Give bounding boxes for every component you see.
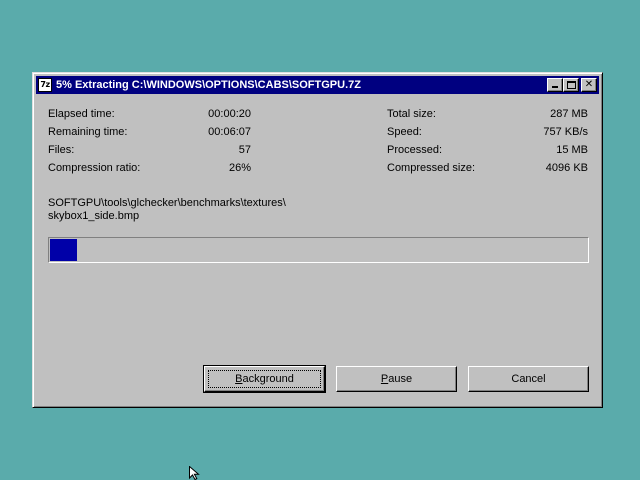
stats-left-column: Elapsed time: 00:00:20 Remaining time: 0… xyxy=(48,105,251,177)
current-file-name: skybox1_side.bmp xyxy=(48,210,140,222)
background-button-label: Background xyxy=(235,373,294,385)
remaining-time-row: Remaining time: 00:06:07 xyxy=(48,123,251,141)
stat-value: 287 MB xyxy=(550,108,588,120)
title-bar[interactable]: 7z 5% Extracting C:\WINDOWS\OPTIONS\CABS… xyxy=(36,76,599,94)
stat-value: 00:00:20 xyxy=(208,108,251,120)
pause-button-label: Pause xyxy=(380,373,413,385)
files-row: Files: 57 xyxy=(48,141,251,159)
processed-row: Processed: 15 MB xyxy=(387,141,588,159)
stat-value: 757 KB/s xyxy=(543,126,588,138)
minimize-button[interactable] xyxy=(547,78,563,92)
stat-value: 00:06:07 xyxy=(208,126,251,138)
elapsed-time-row: Elapsed time: 00:00:20 xyxy=(48,105,251,123)
current-file-dir: SOFTGPU\tools\glchecker\benchmarks\textu… xyxy=(48,197,286,209)
pause-button[interactable]: Pause xyxy=(336,366,457,392)
close-button[interactable]: ✕ xyxy=(581,78,597,92)
current-file-path: SOFTGPU\tools\glchecker\benchmarks\textu… xyxy=(48,197,286,223)
speed-row: Speed: 757 KB/s xyxy=(387,123,588,141)
stat-value: 57 xyxy=(238,144,251,156)
mouse-pointer-icon xyxy=(189,466,200,480)
stat-label: Speed: xyxy=(387,126,422,138)
compressed-size-row: Compressed size: 4096 KB xyxy=(387,159,588,177)
cancel-button[interactable]: Cancel xyxy=(468,366,589,392)
stat-value: 15 MB xyxy=(556,144,588,156)
stat-value: 26% xyxy=(228,162,251,174)
window-controls: ✕ xyxy=(547,78,597,92)
stat-label: Files: xyxy=(48,144,75,156)
7zip-app-icon[interactable]: 7z xyxy=(38,78,52,92)
extract-progress-window: 7z 5% Extracting C:\WINDOWS\OPTIONS\CABS… xyxy=(32,72,603,408)
maximize-icon xyxy=(567,81,576,89)
minimize-icon xyxy=(552,86,558,88)
compression-ratio-row: Compression ratio: 26% xyxy=(48,159,251,177)
progress-bar-fill xyxy=(50,239,77,261)
stat-label: Compression ratio: xyxy=(48,162,141,174)
stat-value: 4096 KB xyxy=(545,162,588,174)
progress-bar xyxy=(48,237,589,263)
close-icon: ✕ xyxy=(584,79,594,90)
stats-right-column: Total size: 287 MB Speed: 757 KB/s Proce… xyxy=(387,105,588,177)
stat-label: Compressed size: xyxy=(387,162,476,174)
cancel-button-label: Cancel xyxy=(511,373,546,385)
window-title: 5% Extracting C:\WINDOWS\OPTIONS\CABS\SO… xyxy=(56,79,361,91)
maximize-button[interactable] xyxy=(563,78,579,92)
desktop: 7z 5% Extracting C:\WINDOWS\OPTIONS\CABS… xyxy=(0,0,640,480)
background-button[interactable]: Background xyxy=(203,365,326,393)
stat-label: Elapsed time: xyxy=(48,108,115,120)
stat-label: Processed: xyxy=(387,144,443,156)
total-size-row: Total size: 287 MB xyxy=(387,105,588,123)
stat-label: Total size: xyxy=(387,108,436,120)
stat-label: Remaining time: xyxy=(48,126,128,138)
